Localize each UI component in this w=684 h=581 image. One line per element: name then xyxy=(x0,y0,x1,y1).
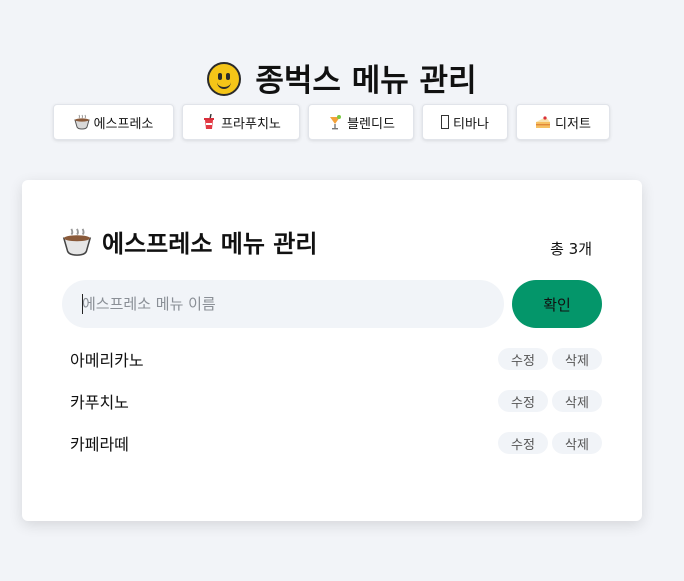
hot-coffee-icon xyxy=(73,114,90,130)
edit-button[interactable]: 수정 xyxy=(498,390,548,412)
nav-button-teavana[interactable]: 티바나 xyxy=(422,104,508,140)
card-title: 에스프레소 메뉴 관리 xyxy=(62,224,317,259)
delete-button[interactable]: 삭제 xyxy=(552,348,602,370)
menu-name-input[interactable] xyxy=(62,280,504,328)
menu-item-name: 카페라떼 xyxy=(70,435,129,454)
nav-button-label: 블렌디드 xyxy=(347,116,395,132)
nav-button-label: 티바나 xyxy=(453,116,489,132)
list-item: 카푸치노 수정 삭제 xyxy=(62,380,602,422)
list-item: 아메리카노 수정 삭제 xyxy=(62,338,602,380)
hot-coffee-icon xyxy=(62,227,92,256)
list-item: 카페라떼 수정 삭제 xyxy=(62,422,602,464)
cup-with-straw-icon xyxy=(204,114,215,129)
text-caret xyxy=(82,294,83,314)
card-title-text: 에스프레소 메뉴 관리 xyxy=(102,230,318,258)
menu-item-name: 카푸치노 xyxy=(70,393,129,412)
nav-button-dessert[interactable]: 디저트 xyxy=(516,104,610,140)
item-actions: 수정 삭제 xyxy=(498,390,602,412)
nav-button-blended[interactable]: 블렌디드 xyxy=(308,104,414,140)
nav-button-espresso[interactable]: 에스프레소 xyxy=(53,104,174,140)
edit-button[interactable]: 수정 xyxy=(498,432,548,454)
edit-button[interactable]: 수정 xyxy=(498,348,548,370)
nav-button-label: 디저트 xyxy=(555,116,591,132)
nav-button-frappuccino[interactable]: 프라푸치노 xyxy=(182,104,300,140)
nav-button-label: 프라푸치노 xyxy=(221,116,281,132)
item-actions: 수정 삭제 xyxy=(498,348,602,370)
missing-glyph-icon xyxy=(441,115,450,129)
menu-card: 에스프레소 메뉴 관리 총 3개 확인 아메리카노 수정 삭제 카푸치노 수정 … xyxy=(22,180,642,521)
delete-button[interactable]: 삭제 xyxy=(552,390,602,412)
item-actions: 수정 삭제 xyxy=(498,432,602,454)
menu-count: 총 3개 xyxy=(550,240,592,258)
menu-list: 아메리카노 수정 삭제 카푸치노 수정 삭제 카페라떼 수정 삭제 xyxy=(62,338,602,464)
tropical-drink-icon xyxy=(330,115,342,130)
menu-item-name: 아메리카노 xyxy=(70,351,144,370)
nav-button-label: 에스프레소 xyxy=(93,116,154,132)
smiling-face-icon xyxy=(207,61,242,96)
delete-button[interactable]: 삭제 xyxy=(552,432,602,454)
page-header: 종벅스 메뉴 관리 xyxy=(0,59,684,103)
submit-button[interactable]: 확인 xyxy=(512,280,602,328)
page-title: 종벅스 메뉴 관리 xyxy=(255,62,477,99)
cake-slice-icon xyxy=(536,116,551,128)
category-nav: 에스프레소 프라푸치노 블렌디드 티바나 디저트 xyxy=(53,104,610,140)
